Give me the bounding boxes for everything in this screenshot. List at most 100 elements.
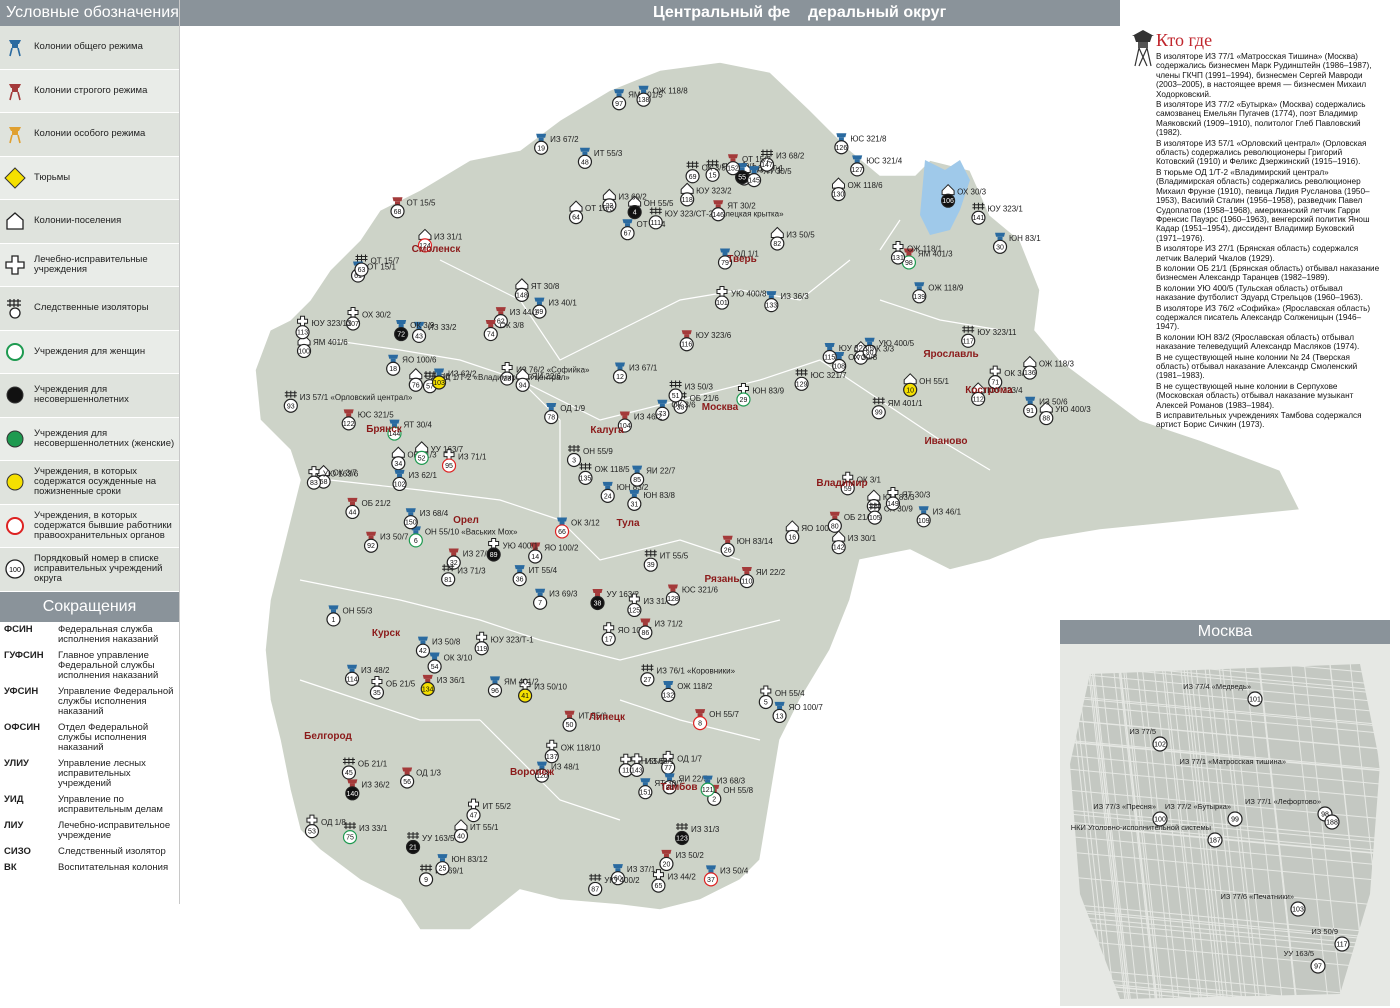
legend-item-label: Порядковый номер в списке исправительных… xyxy=(34,553,163,585)
tower-icon xyxy=(602,481,613,486)
city-label: Смоленск xyxy=(412,244,462,255)
facility-label: ЯТ 30/4 xyxy=(403,421,432,430)
facility-label: ОД 1/8 xyxy=(321,818,346,827)
sizo-icon xyxy=(355,254,368,262)
facility-number: 188 xyxy=(1326,820,1338,827)
facility-number: 44 xyxy=(349,509,357,516)
tower-icon xyxy=(722,535,733,540)
tower-icon xyxy=(396,320,407,325)
facility-label: ОБ 21/5 xyxy=(386,679,416,688)
abbreviation-text: Управление Федеральной службы исполнения… xyxy=(58,685,174,717)
facility-number: 125 xyxy=(629,607,641,614)
who-where-text: В изоляторе ИЗ 77/1 «Матросская Тишина» … xyxy=(1156,52,1380,431)
who-where-paragraph: В изоляторе ИЗ 27/1 (Брянская область) с… xyxy=(1156,244,1359,263)
facility-number: 99 xyxy=(1231,817,1239,824)
moscow-facility[interactable]: 188 xyxy=(1324,814,1340,830)
tower-icon xyxy=(489,676,500,681)
tower-icon xyxy=(632,465,643,470)
legend-list: Колонии общего режима Колонии строгого ре… xyxy=(0,26,179,592)
facility-label: ИЗ 57/1 «Орловский централ» xyxy=(300,393,413,402)
city-label: Белгород xyxy=(304,731,352,742)
facility-label: ОХ 30/8 xyxy=(848,353,878,362)
facility-number: 116 xyxy=(681,342,692,349)
facility-label: ИЗ 77/3 «Пресня» xyxy=(1093,802,1156,811)
tower-icon xyxy=(564,710,575,715)
facility-label: ИТ 55/4 xyxy=(529,566,558,575)
facility-label: ОТ 15/3 xyxy=(585,204,614,213)
facility-label: ОК 3/5 xyxy=(702,163,727,172)
facility-number: 92 xyxy=(367,543,375,550)
facility-number: 94 xyxy=(519,382,527,389)
facility-number: 68 xyxy=(394,209,402,216)
facility-number: 11 xyxy=(622,768,629,775)
city-label: Калуга xyxy=(590,425,624,436)
tower-icon xyxy=(534,297,545,302)
facility-label: ИЗ 50/8 xyxy=(432,638,461,647)
facility-label: ИЗ 36/1 xyxy=(437,676,466,685)
facility-label: ОК 3/10 xyxy=(444,654,473,663)
moscow-inset-map: 102 ИЗ 77/5 101 ИЗ 77/4 «Медведь» ИЗ 77/1 «М… xyxy=(1060,644,1390,1006)
facility-number: 106 xyxy=(942,198,954,205)
tower-icon xyxy=(417,636,428,641)
svg-text:100: 100 xyxy=(9,567,21,574)
facility-label: ИЗ 33/1 xyxy=(359,824,388,833)
legend-item-label: Колонии-поселения xyxy=(34,215,122,227)
tower-icon xyxy=(741,567,752,572)
city-label: Ярославль xyxy=(923,349,978,360)
sizo-icon xyxy=(407,831,420,839)
facility-number: 21 xyxy=(409,844,417,851)
facility-label: ИЗ 50/3 xyxy=(685,383,714,392)
abbreviation-code: ВК xyxy=(4,861,17,873)
moscow-facility[interactable]: ИЗ 77/1 «Матросская тишина» xyxy=(1179,757,1286,766)
facility-label: ИЗ 69/3 xyxy=(549,590,578,599)
tower-icon xyxy=(720,248,731,253)
facility-number: 5 xyxy=(764,699,768,706)
facility-label: ИЗ 68/2 xyxy=(776,152,805,161)
facility-number: 132 xyxy=(662,692,674,699)
tower-icon xyxy=(681,330,692,335)
facility-number: 95 xyxy=(445,463,453,470)
abbreviation-item: ЛИУ Лечебно-исправительное учреждение xyxy=(0,818,179,844)
facility-number: 149 xyxy=(887,501,899,508)
facility-number: 187 xyxy=(1209,838,1221,845)
who-where-paragraph: В колонии ОБ 21/1 (Брянская область) отб… xyxy=(1156,263,1380,283)
facility-label: УУ 163/5 xyxy=(1284,949,1314,958)
facility-label: ОЖ 118/10 xyxy=(561,743,601,752)
legend-item-label: Учреждения, в которых содержатся осужден… xyxy=(34,466,157,498)
facility-number: 36 xyxy=(516,577,524,584)
facility-number: 122 xyxy=(343,421,355,428)
facility-label: ИЗ 50/2 xyxy=(675,851,704,860)
facility-label: ЮУ 323/13 xyxy=(312,319,352,328)
moscow-inset-svg: 102 ИЗ 77/5 101 ИЗ 77/4 «Медведь» ИЗ 77/1 «М… xyxy=(1060,644,1390,1006)
facility-number: 29 xyxy=(740,397,748,404)
facility-number: 7 xyxy=(538,600,542,607)
tower-icon xyxy=(422,674,433,679)
facility-number: 31 xyxy=(630,501,638,508)
abbreviation-text: Воспитательная колония xyxy=(58,861,169,873)
tower-icon xyxy=(1025,396,1036,401)
facility-label: ЯМ 401/1 xyxy=(888,399,923,408)
facility-number: 77 xyxy=(664,765,672,772)
facility-number: 39 xyxy=(647,562,655,569)
facility-number: 143 xyxy=(631,767,643,774)
facility-label: ИЗ 50/4 xyxy=(720,866,749,875)
facility-number: 24 xyxy=(604,493,612,500)
facility-label: ОЖ 118/6 xyxy=(847,181,883,190)
facility-number: 72 xyxy=(397,332,405,339)
abbreviation-item: ВК Воспитательная колония xyxy=(0,860,179,876)
tower-icon xyxy=(514,565,525,570)
tower-icon xyxy=(727,154,738,159)
facility-label: ОН 55/4 xyxy=(775,689,805,698)
facility-label: ИЗ 77/4 «Медведь» xyxy=(1183,682,1251,691)
tower-icon xyxy=(394,469,405,474)
facility-number: 38 xyxy=(594,601,602,608)
facility-number: 50 xyxy=(566,722,574,729)
facility-number: 56 xyxy=(403,779,411,786)
tower-icon xyxy=(864,337,875,342)
facility-label: ЯО 100/2 xyxy=(544,543,579,552)
abbreviation-code: УЛИУ xyxy=(4,757,29,769)
tower-red-icon xyxy=(2,78,28,104)
facility-number: 64 xyxy=(572,215,580,222)
facility-number: 2 xyxy=(712,796,716,803)
facility-label: ИЗ 77/2 «Бутырка» xyxy=(1165,802,1231,811)
